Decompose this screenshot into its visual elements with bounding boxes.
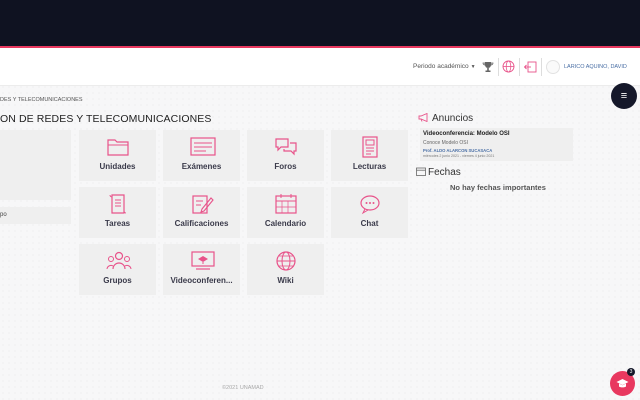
group-icon — [106, 251, 132, 270]
username[interactable]: LARICO AQUINO, DAVID — [564, 64, 627, 70]
tile-calificaciones[interactable]: Calificaciones — [163, 187, 240, 238]
graduation-cap-icon — [616, 379, 629, 388]
video-icon — [191, 251, 215, 270]
avatar[interactable] — [546, 60, 560, 74]
forum-icon — [275, 138, 297, 156]
dates-title: Fechas — [428, 167, 461, 178]
tile-examenes[interactable]: Exámenes — [163, 130, 240, 181]
scroll-icon — [109, 194, 127, 214]
hamburger-menu-button[interactable]: ≡ — [611, 83, 637, 109]
tile-label: Grupos — [103, 276, 132, 285]
dates-heading: Fechas — [416, 167, 461, 178]
announcements-title: Anuncios — [432, 113, 474, 124]
globe-icon — [276, 251, 296, 271]
megaphone-icon — [418, 112, 428, 123]
notification-badge: 3 — [627, 368, 635, 376]
tile-label: Videoconferen... — [170, 276, 233, 285]
trophy-icon[interactable] — [482, 60, 496, 73]
tile-label: Calificaciones — [174, 219, 229, 228]
period-selector[interactable]: Periodo académico ▼ — [413, 63, 476, 70]
logout-icon[interactable] — [523, 60, 538, 73]
caret-down-icon: ▼ — [470, 64, 476, 70]
navbar-divider — [498, 58, 499, 76]
top-header-bar — [0, 0, 640, 46]
tile-label: Chat — [360, 219, 379, 228]
left-panel-item[interactable]: po — [0, 207, 71, 224]
tile-foros[interactable]: Foros — [247, 130, 324, 181]
tile-label: Unidades — [99, 162, 136, 171]
announcement-card[interactable]: Videoconferencia: Modelo OSI Conoce Mode… — [420, 128, 573, 161]
globe-icon[interactable] — [502, 60, 516, 73]
course-info-card — [0, 130, 71, 200]
navbar-divider — [519, 58, 520, 76]
folder-icon — [107, 139, 129, 156]
tile-lecturas[interactable]: Lecturas — [331, 130, 408, 181]
footer-copyright: ©2021 UNAMAD — [222, 385, 264, 391]
breadcrumb[interactable]: DES Y TELECOMUNICACIONES — [0, 97, 83, 103]
tile-label: Exámenes — [181, 162, 222, 171]
tile-wiki[interactable]: Wiki — [247, 244, 324, 295]
page-title: ON DE REDES Y TELECOMUNICACIONES — [0, 113, 212, 125]
announcement-subtitle: Conoce Modelo OSI — [423, 140, 469, 146]
navbar: Periodo académico ▼ LARICO AQUINO, DAVID — [0, 48, 640, 86]
chat-icon — [360, 195, 380, 215]
menu-icon: ≡ — [620, 90, 628, 102]
navbar-divider — [541, 58, 542, 76]
tile-grupos[interactable]: Grupos — [79, 244, 156, 295]
tile-videoconferencia[interactable]: Videoconferen... — [163, 244, 240, 295]
announcement-dates: miércoles 2 junio 2021 - viernes 4 junio… — [423, 154, 495, 158]
reading-icon — [362, 136, 378, 158]
tile-label: Foros — [274, 162, 297, 171]
announcements-heading: Anuncios — [418, 112, 474, 124]
calendar-icon — [275, 194, 297, 214]
tile-label: Calendario — [264, 219, 307, 228]
tile-label: Tareas — [104, 219, 131, 228]
tile-calendario[interactable]: Calendario — [247, 187, 324, 238]
tile-label: Lecturas — [352, 162, 387, 171]
announcement-title: Videoconferencia: Modelo OSI — [423, 131, 510, 137]
announcement-professor: Prof. ALDO ALARCON SUCASACA — [423, 148, 493, 153]
tile-tareas[interactable]: Tareas — [79, 187, 156, 238]
calendar-icon — [416, 167, 426, 176]
period-label: Periodo académico — [413, 63, 469, 70]
tile-unidades[interactable]: Unidades — [79, 130, 156, 181]
exam-icon — [190, 137, 216, 156]
tile-chat[interactable]: Chat — [331, 187, 408, 238]
grades-icon — [192, 195, 214, 214]
no-dates-message: No hay fechas importantes — [450, 183, 546, 192]
tile-label: Wiki — [277, 276, 294, 285]
